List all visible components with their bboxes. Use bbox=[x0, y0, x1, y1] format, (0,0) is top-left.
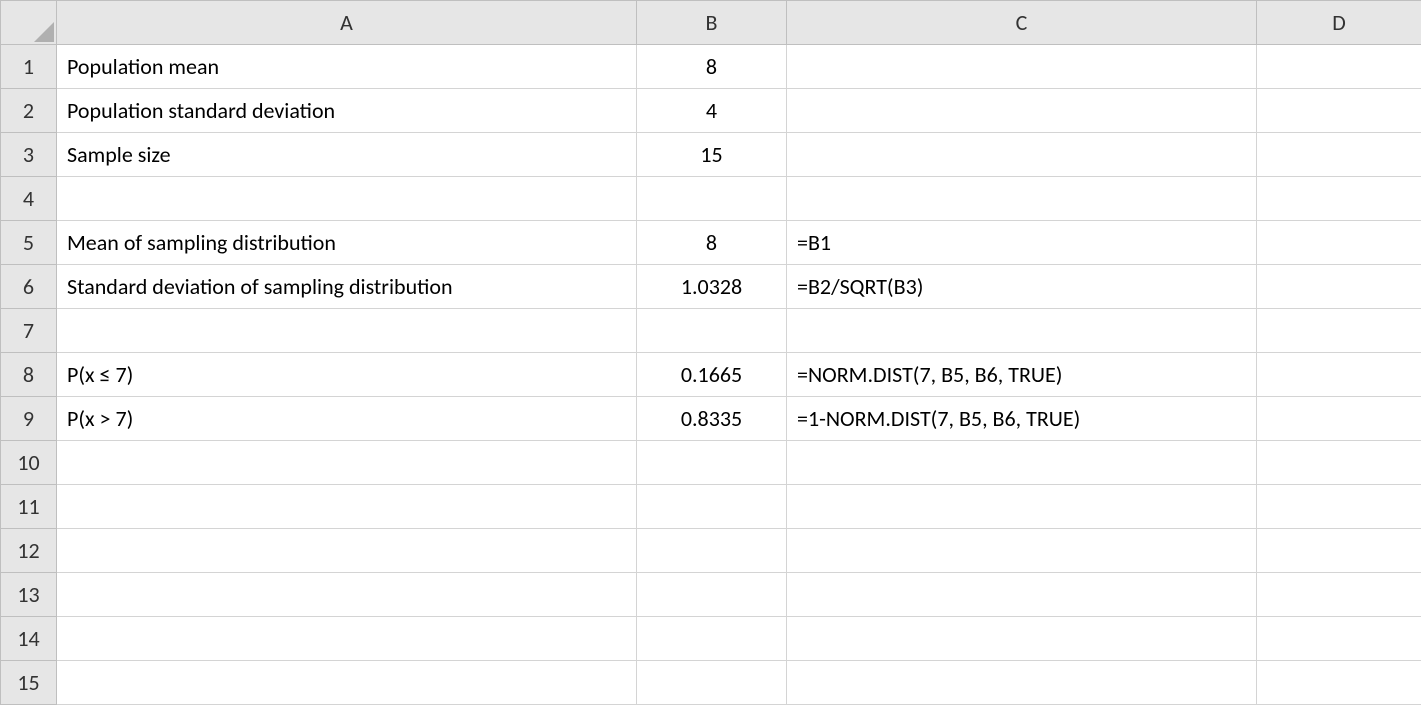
cell-d4[interactable] bbox=[1257, 177, 1421, 221]
cell-a5[interactable]: Mean of sampling distribution bbox=[57, 221, 637, 265]
cell-d5[interactable] bbox=[1257, 221, 1421, 265]
cell-b1[interactable]: 8 bbox=[637, 45, 787, 89]
cell-d13[interactable] bbox=[1257, 573, 1421, 617]
cell-a12[interactable] bbox=[57, 529, 637, 573]
column-header-b[interactable]: B bbox=[637, 1, 787, 45]
row-13: 13 bbox=[1, 573, 1421, 617]
row-header-15[interactable]: 15 bbox=[1, 661, 57, 705]
cell-a14[interactable] bbox=[57, 617, 637, 661]
cell-c6[interactable]: =B2/SQRT(B3) bbox=[787, 265, 1257, 309]
row-14: 14 bbox=[1, 617, 1421, 661]
row-header-4[interactable]: 4 bbox=[1, 177, 57, 221]
row-9: 9 P(x > 7) 0.8335 =1-NORM.DIST(7, B5, B6… bbox=[1, 397, 1421, 441]
cell-a3[interactable]: Sample size bbox=[57, 133, 637, 177]
cell-c7[interactable] bbox=[787, 309, 1257, 353]
cell-a9[interactable]: P(x > 7) bbox=[57, 397, 637, 441]
select-all-corner[interactable] bbox=[1, 1, 57, 45]
column-header-row: A B C D bbox=[1, 1, 1421, 45]
row-header-11[interactable]: 11 bbox=[1, 485, 57, 529]
cell-b3[interactable]: 15 bbox=[637, 133, 787, 177]
cell-d11[interactable] bbox=[1257, 485, 1421, 529]
cell-b5[interactable]: 8 bbox=[637, 221, 787, 265]
row-6: 6 Standard deviation of sampling distrib… bbox=[1, 265, 1421, 309]
row-header-1[interactable]: 1 bbox=[1, 45, 57, 89]
row-header-3[interactable]: 3 bbox=[1, 133, 57, 177]
spreadsheet-grid: A B C D 1 Population mean 8 2 Population… bbox=[0, 0, 1421, 705]
cell-d6[interactable] bbox=[1257, 265, 1421, 309]
row-header-10[interactable]: 10 bbox=[1, 441, 57, 485]
cell-c1[interactable] bbox=[787, 45, 1257, 89]
cell-c10[interactable] bbox=[787, 441, 1257, 485]
cell-d12[interactable] bbox=[1257, 529, 1421, 573]
cell-c3[interactable] bbox=[787, 133, 1257, 177]
cell-b7[interactable] bbox=[637, 309, 787, 353]
cell-b12[interactable] bbox=[637, 529, 787, 573]
cell-c8[interactable]: =NORM.DIST(7, B5, B6, TRUE) bbox=[787, 353, 1257, 397]
row-header-13[interactable]: 13 bbox=[1, 573, 57, 617]
row-1: 1 Population mean 8 bbox=[1, 45, 1421, 89]
row-7: 7 bbox=[1, 309, 1421, 353]
row-2: 2 Population standard deviation 4 bbox=[1, 89, 1421, 133]
cell-a2[interactable]: Population standard deviation bbox=[57, 89, 637, 133]
cell-a11[interactable] bbox=[57, 485, 637, 529]
column-header-a[interactable]: A bbox=[57, 1, 637, 45]
row-8: 8 P(x ≤ 7) 0.1665 =NORM.DIST(7, B5, B6, … bbox=[1, 353, 1421, 397]
cell-c13[interactable] bbox=[787, 573, 1257, 617]
cell-b15[interactable] bbox=[637, 661, 787, 705]
column-header-c[interactable]: C bbox=[787, 1, 1257, 45]
cell-d10[interactable] bbox=[1257, 441, 1421, 485]
row-5: 5 Mean of sampling distribution 8 =B1 bbox=[1, 221, 1421, 265]
cell-c12[interactable] bbox=[787, 529, 1257, 573]
cell-d7[interactable] bbox=[1257, 309, 1421, 353]
cell-a8[interactable]: P(x ≤ 7) bbox=[57, 353, 637, 397]
cell-b6[interactable]: 1.0328 bbox=[637, 265, 787, 309]
row-header-6[interactable]: 6 bbox=[1, 265, 57, 309]
cell-d8[interactable] bbox=[1257, 353, 1421, 397]
cell-a7[interactable] bbox=[57, 309, 637, 353]
row-header-5[interactable]: 5 bbox=[1, 221, 57, 265]
cell-a15[interactable] bbox=[57, 661, 637, 705]
cell-d15[interactable] bbox=[1257, 661, 1421, 705]
cell-b9[interactable]: 0.8335 bbox=[637, 397, 787, 441]
row-header-9[interactable]: 9 bbox=[1, 397, 57, 441]
row-11: 11 bbox=[1, 485, 1421, 529]
cell-b11[interactable] bbox=[637, 485, 787, 529]
cell-b4[interactable] bbox=[637, 177, 787, 221]
cell-c4[interactable] bbox=[787, 177, 1257, 221]
row-header-8[interactable]: 8 bbox=[1, 353, 57, 397]
cell-c5[interactable]: =B1 bbox=[787, 221, 1257, 265]
cell-c9[interactable]: =1-NORM.DIST(7, B5, B6, TRUE) bbox=[787, 397, 1257, 441]
cell-b10[interactable] bbox=[637, 441, 787, 485]
cell-c2[interactable] bbox=[787, 89, 1257, 133]
cell-a10[interactable] bbox=[57, 441, 637, 485]
cell-a1[interactable]: Population mean bbox=[57, 45, 637, 89]
cell-a6[interactable]: Standard deviation of sampling distribut… bbox=[57, 265, 637, 309]
row-15: 15 bbox=[1, 661, 1421, 705]
cell-d3[interactable] bbox=[1257, 133, 1421, 177]
row-12: 12 bbox=[1, 529, 1421, 573]
cell-d1[interactable] bbox=[1257, 45, 1421, 89]
row-10: 10 bbox=[1, 441, 1421, 485]
cell-a4[interactable] bbox=[57, 177, 637, 221]
cell-c14[interactable] bbox=[787, 617, 1257, 661]
cell-d14[interactable] bbox=[1257, 617, 1421, 661]
row-4: 4 bbox=[1, 177, 1421, 221]
cell-b13[interactable] bbox=[637, 573, 787, 617]
row-header-2[interactable]: 2 bbox=[1, 89, 57, 133]
row-header-7[interactable]: 7 bbox=[1, 309, 57, 353]
cell-c15[interactable] bbox=[787, 661, 1257, 705]
cell-a13[interactable] bbox=[57, 573, 637, 617]
cell-d2[interactable] bbox=[1257, 89, 1421, 133]
cell-b2[interactable]: 4 bbox=[637, 89, 787, 133]
cell-c11[interactable] bbox=[787, 485, 1257, 529]
cell-b8[interactable]: 0.1665 bbox=[637, 353, 787, 397]
row-header-14[interactable]: 14 bbox=[1, 617, 57, 661]
row-3: 3 Sample size 15 bbox=[1, 133, 1421, 177]
column-header-d[interactable]: D bbox=[1257, 1, 1421, 45]
cell-d9[interactable] bbox=[1257, 397, 1421, 441]
cell-b14[interactable] bbox=[637, 617, 787, 661]
row-header-12[interactable]: 12 bbox=[1, 529, 57, 573]
